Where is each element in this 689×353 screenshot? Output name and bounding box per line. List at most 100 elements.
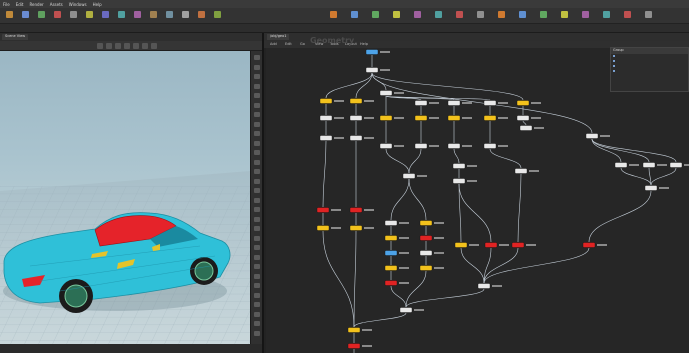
display-option-button[interactable] bbox=[254, 188, 260, 193]
display-option-button[interactable] bbox=[254, 64, 260, 70]
box-tool-icon[interactable] bbox=[6, 11, 13, 18]
display-option-button[interactable] bbox=[254, 273, 260, 279]
sop-node-b1[interactable] bbox=[319, 115, 344, 121]
dynamics-tool-icon[interactable] bbox=[603, 11, 610, 18]
network-menu-go[interactable]: Go bbox=[300, 42, 305, 46]
sop-node-a7[interactable] bbox=[516, 100, 541, 106]
tab-scene-view[interactable]: Scene View bbox=[2, 34, 29, 40]
dynamics-tool-icon[interactable] bbox=[456, 11, 463, 18]
sop-node-a1[interactable] bbox=[319, 98, 344, 104]
menu-item-windows[interactable]: Windows bbox=[69, 2, 87, 7]
sop-node-f5[interactable] bbox=[384, 250, 409, 256]
sop-node-c4[interactable] bbox=[414, 143, 439, 149]
display-option-button[interactable] bbox=[254, 283, 260, 288]
dynamics-tool-icon[interactable] bbox=[645, 11, 652, 18]
viewport-tool-button[interactable] bbox=[97, 43, 103, 49]
display-option-button[interactable] bbox=[254, 264, 260, 269]
dynamics-tool-icon[interactable] bbox=[561, 11, 568, 18]
display-option-button[interactable] bbox=[254, 302, 260, 307]
sop-node-c3[interactable] bbox=[379, 143, 404, 149]
sop-node-c6[interactable] bbox=[483, 143, 508, 149]
sop-node-b6[interactable] bbox=[483, 115, 508, 121]
font-tool-icon[interactable] bbox=[182, 11, 189, 18]
display-option-button[interactable] bbox=[254, 216, 260, 222]
viewport-tool-button[interactable] bbox=[151, 43, 157, 49]
sphere-tool-icon[interactable] bbox=[22, 11, 29, 18]
display-option-button[interactable] bbox=[254, 321, 260, 326]
display-option-button[interactable] bbox=[254, 83, 260, 89]
network-menu-add[interactable]: Add bbox=[270, 42, 277, 46]
display-option-button[interactable] bbox=[254, 197, 260, 203]
sop-node-f8[interactable] bbox=[419, 265, 444, 271]
viewport-tool-button[interactable] bbox=[106, 43, 112, 49]
torus-tool-icon[interactable] bbox=[54, 11, 61, 18]
sop-node-b7[interactable] bbox=[516, 115, 541, 121]
sop-node-e3[interactable] bbox=[316, 225, 341, 231]
lsys-tool-icon[interactable] bbox=[214, 11, 221, 18]
grid-tool-icon[interactable] bbox=[70, 11, 77, 18]
spray-tool-icon[interactable] bbox=[166, 11, 173, 18]
display-option-button[interactable] bbox=[254, 292, 260, 298]
display-option-button[interactable] bbox=[254, 254, 260, 260]
menu-item-assets[interactable]: Assets bbox=[50, 2, 63, 7]
line-tool-icon[interactable] bbox=[102, 11, 109, 18]
sop-node-a3[interactable] bbox=[379, 90, 404, 96]
sop-node-f4[interactable] bbox=[419, 235, 444, 241]
display-option-button[interactable] bbox=[254, 150, 260, 155]
sop-node-f3[interactable] bbox=[384, 235, 409, 241]
sop-node-b5[interactable] bbox=[447, 115, 472, 121]
display-option-button[interactable] bbox=[254, 121, 260, 127]
dynamics-tool-icon[interactable] bbox=[582, 11, 589, 18]
sop-node-g1[interactable] bbox=[585, 133, 610, 139]
sop-node-e1[interactable] bbox=[316, 207, 341, 213]
sop-node-j1[interactable] bbox=[477, 283, 502, 289]
display-option-button[interactable] bbox=[254, 159, 260, 165]
path-tool-icon[interactable] bbox=[150, 11, 157, 18]
dynamics-tool-icon[interactable] bbox=[519, 11, 526, 18]
curve-tool-icon[interactable] bbox=[134, 11, 141, 18]
sop-node-h3[interactable] bbox=[511, 242, 536, 248]
sop-node-c5[interactable] bbox=[447, 143, 472, 149]
sop-node-d1[interactable] bbox=[402, 173, 427, 179]
dynamics-tool-icon[interactable] bbox=[624, 11, 631, 18]
sop-node-a2[interactable] bbox=[349, 98, 374, 104]
viewport-tool-button[interactable] bbox=[133, 43, 139, 49]
viewport-tool-button[interactable] bbox=[124, 43, 130, 49]
sop-node-b2[interactable] bbox=[349, 115, 374, 121]
display-option-button[interactable] bbox=[254, 245, 260, 250]
display-option-button[interactable] bbox=[254, 178, 260, 184]
display-option-button[interactable] bbox=[254, 169, 260, 174]
dynamics-tool-icon[interactable] bbox=[330, 11, 337, 18]
sop-node-g4[interactable] bbox=[669, 162, 689, 168]
display-option-button[interactable] bbox=[254, 131, 260, 136]
dynamics-tool-icon[interactable] bbox=[435, 11, 442, 18]
menu-item-file[interactable]: File bbox=[3, 2, 10, 7]
circle-tool-icon[interactable] bbox=[118, 11, 125, 18]
sop-node-b3[interactable] bbox=[379, 115, 404, 121]
sop-node-f7[interactable] bbox=[384, 265, 409, 271]
sop-node-i1[interactable] bbox=[399, 307, 424, 313]
null-tool-icon[interactable] bbox=[86, 11, 93, 18]
sop-node-e4[interactable] bbox=[349, 225, 374, 231]
node-graph-canvas[interactable] bbox=[266, 48, 689, 353]
sop-node-b4[interactable] bbox=[414, 115, 439, 121]
sop-node-k2[interactable] bbox=[347, 343, 372, 349]
sop-node-c2[interactable] bbox=[349, 135, 374, 141]
menu-item-edit[interactable]: Edit bbox=[16, 2, 24, 7]
tube-tool-icon[interactable] bbox=[38, 11, 45, 18]
sop-node-a4[interactable] bbox=[414, 100, 439, 106]
display-option-button[interactable] bbox=[254, 311, 260, 317]
sop-node-g5[interactable] bbox=[644, 185, 669, 191]
platonic-tool-icon[interactable] bbox=[198, 11, 205, 18]
dynamics-tool-icon[interactable] bbox=[372, 11, 379, 18]
sop-node-g2[interactable] bbox=[614, 162, 639, 168]
display-option-button[interactable] bbox=[254, 235, 260, 241]
sop-node-d4[interactable] bbox=[514, 168, 539, 174]
viewport-tool-button[interactable] bbox=[142, 43, 148, 49]
display-option-button[interactable] bbox=[254, 112, 260, 117]
sop-node-f2[interactable] bbox=[419, 220, 444, 226]
display-option-button[interactable] bbox=[254, 140, 260, 146]
sop-node-f6[interactable] bbox=[419, 250, 444, 256]
sop-node-g3[interactable] bbox=[642, 162, 667, 168]
dynamics-tool-icon[interactable] bbox=[393, 11, 400, 18]
